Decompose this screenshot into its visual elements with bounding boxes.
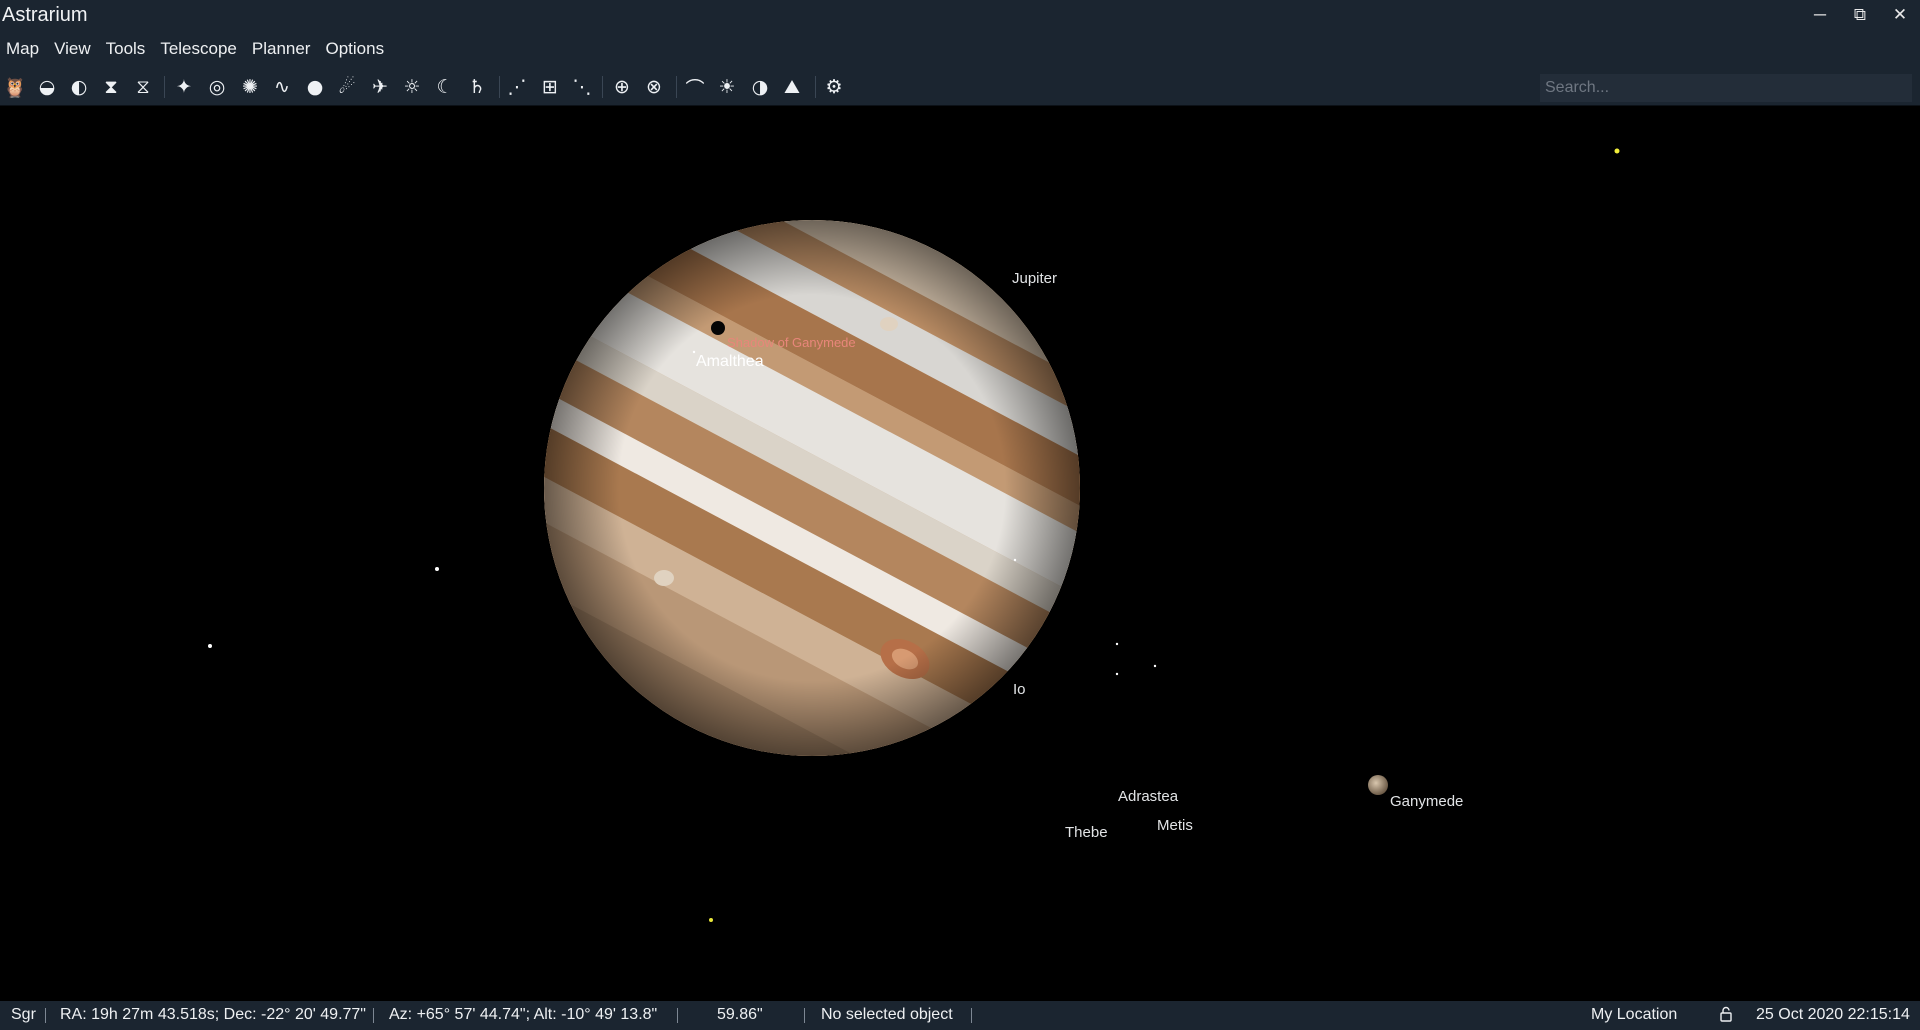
location-status[interactable]: My Location xyxy=(1591,1006,1677,1024)
constellation-lines-icon[interactable]: ⋰ xyxy=(503,73,531,101)
window-controls: ─ ⧉ ✕ xyxy=(1800,0,1920,30)
metis-marker[interactable] xyxy=(1153,664,1157,668)
menu-map[interactable]: Map xyxy=(6,39,39,59)
mirror-icon[interactable]: ⧗ xyxy=(97,73,125,101)
ground-icon[interactable]: ◒ xyxy=(33,73,61,101)
adrastea-label[interactable]: Adrastea xyxy=(1118,788,1178,805)
ganymede-label[interactable]: Ganymede xyxy=(1390,793,1463,810)
milky-way-icon[interactable]: ∿ xyxy=(268,73,296,101)
toolbar-separator xyxy=(164,76,165,98)
cluster-icon[interactable]: ✺ xyxy=(236,73,264,101)
ganymede-disk[interactable] xyxy=(1368,775,1388,795)
satellite-icon[interactable]: ✈ xyxy=(366,73,394,101)
toolbar-separator xyxy=(676,76,677,98)
status-separator xyxy=(971,1008,972,1023)
status-separator xyxy=(373,1008,374,1023)
menu-view[interactable]: View xyxy=(54,39,91,59)
minimize-icon[interactable]: ─ xyxy=(1800,0,1840,30)
horizontal-coords: Az: +65° 57' 44.74"; Alt: -10° 49' 13.8" xyxy=(389,1006,658,1023)
sky-map[interactable]: Jupiter Shadow of Ganymede Amalthea Io A… xyxy=(0,106,1920,1001)
amalthea-marker[interactable] xyxy=(692,350,696,354)
flip-icon[interactable]: ⧖ xyxy=(129,73,157,101)
status-separator xyxy=(45,1008,46,1023)
thebe-marker[interactable] xyxy=(1115,672,1119,676)
star[interactable] xyxy=(435,567,439,571)
date-time[interactable]: 25 Oct 2020 22:15:14 xyxy=(1756,1006,1910,1024)
menu-bar: Map View Tools Telescope Planner Options xyxy=(0,30,1920,68)
io-label[interactable]: Io xyxy=(1013,681,1026,698)
planet-icon[interactable]: ♄ xyxy=(463,73,491,101)
star[interactable] xyxy=(709,918,713,922)
owl-icon[interactable]: 🦉 xyxy=(1,73,29,101)
star[interactable] xyxy=(1614,148,1620,154)
close-icon[interactable]: ✕ xyxy=(1880,0,1920,30)
equatorial-coords: RA: 19h 27m 43.518s; Dec: -22° 20' 49.77… xyxy=(60,1006,366,1023)
nebula-icon[interactable]: ● xyxy=(301,73,329,101)
constellation-labels-icon[interactable]: ⋱ xyxy=(568,73,596,101)
sky-canvas xyxy=(208,106,1620,941)
menu-telescope[interactable]: Telescope xyxy=(160,39,237,59)
status-bar: Sgr RA: 19h 27m 43.518s; Dec: -22° 20' 4… xyxy=(0,1001,1920,1030)
menu-tools[interactable]: Tools xyxy=(106,39,146,59)
restore-icon[interactable]: ⧉ xyxy=(1840,0,1880,30)
search-input[interactable] xyxy=(1540,74,1912,102)
meteor-icon[interactable]: ⌒ xyxy=(681,73,709,101)
star[interactable] xyxy=(208,644,212,648)
stars-icon[interactable]: ✦ xyxy=(170,73,198,101)
status-separator xyxy=(804,1008,805,1023)
jupiter-label[interactable]: Jupiter xyxy=(1012,270,1057,287)
field-of-view: 59.86" xyxy=(717,1006,763,1023)
app-title: Astrarium xyxy=(2,3,88,26)
status-separator xyxy=(677,1008,678,1023)
settings-gear-icon[interactable]: ⚙ xyxy=(820,73,848,101)
metis-label[interactable]: Metis xyxy=(1157,817,1193,834)
horizontal-grid-icon[interactable]: ⊗ xyxy=(640,73,668,101)
toolbar-separator xyxy=(815,76,816,98)
moon-icon[interactable]: ☾ xyxy=(431,73,459,101)
constellation-status: Sgr xyxy=(11,1006,36,1023)
adrastea-marker[interactable] xyxy=(1115,642,1119,646)
landscape-icon[interactable]: ⛰ xyxy=(778,73,806,101)
thebe-label[interactable]: Thebe xyxy=(1065,824,1108,841)
menu-planner[interactable]: Planner xyxy=(252,39,311,59)
sunrise-icon[interactable]: ☀ xyxy=(713,73,741,101)
lock-icon[interactable] xyxy=(1719,1006,1733,1027)
menu-options[interactable]: Options xyxy=(325,39,384,59)
constellation-borders-icon[interactable]: ⊞ xyxy=(536,73,564,101)
galaxy-icon[interactable]: ◎ xyxy=(203,73,231,101)
sun-icon[interactable]: ☼ xyxy=(398,73,426,101)
shadow-of-ganymede-label[interactable]: Shadow of Ganymede xyxy=(727,335,856,350)
selected-object[interactable]: No selected object xyxy=(821,1006,953,1024)
jupiter-disk[interactable] xyxy=(327,106,1305,941)
title-bar: Astrarium ─ ⧉ ✕ xyxy=(0,0,1920,30)
atmosphere-icon[interactable]: ◐ xyxy=(65,73,93,101)
day-night-icon[interactable]: ◑ xyxy=(746,73,774,101)
io-marker[interactable] xyxy=(1013,558,1017,562)
equatorial-grid-icon[interactable]: ⊕ xyxy=(608,73,636,101)
toolbar-separator xyxy=(499,76,500,98)
amalthea-label[interactable]: Amalthea xyxy=(696,353,764,371)
comet-icon[interactable]: ☄ xyxy=(333,73,361,101)
toolbar-separator xyxy=(602,76,603,98)
